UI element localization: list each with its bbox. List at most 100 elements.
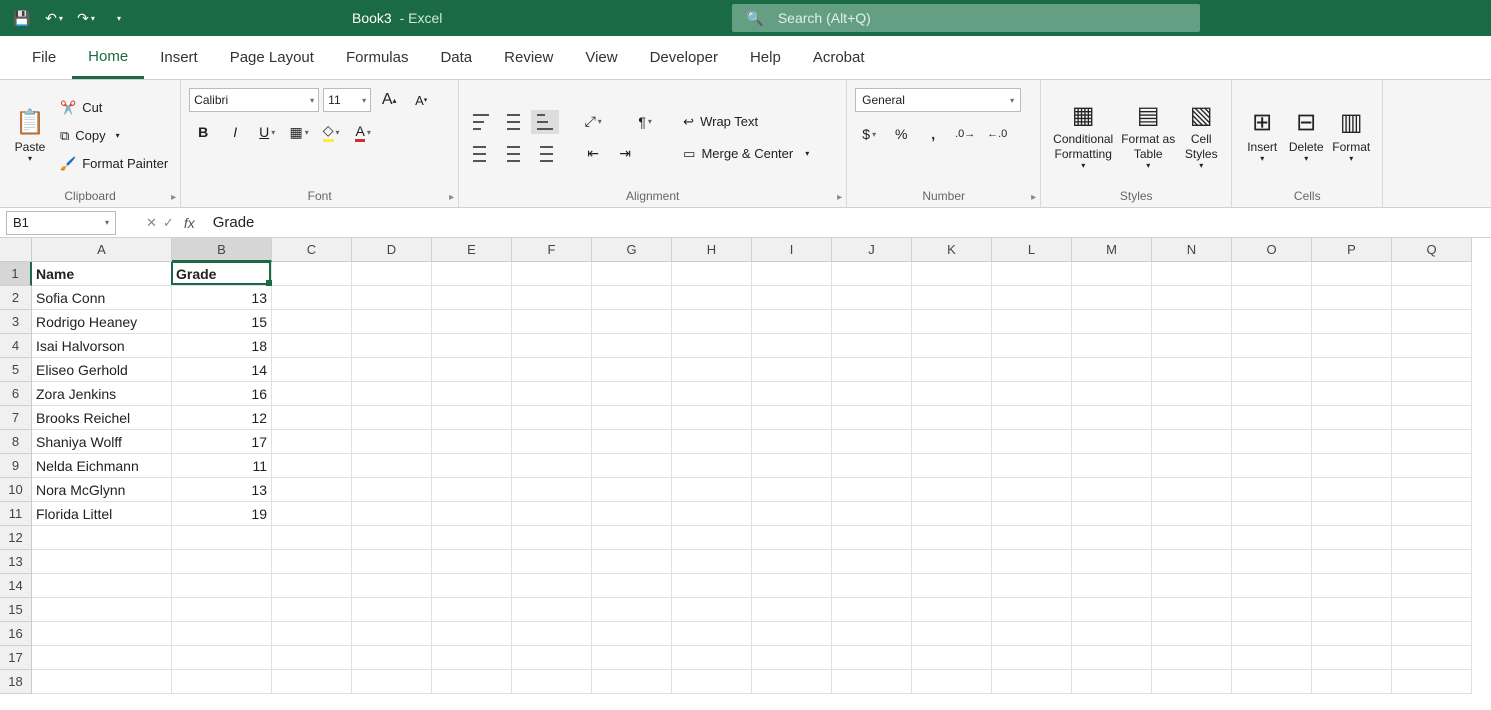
cell-H4[interactable]	[672, 334, 752, 358]
fx-icon[interactable]: fx	[184, 215, 195, 231]
cell-M3[interactable]	[1072, 310, 1152, 334]
cell-P1[interactable]	[1312, 262, 1392, 286]
col-head-D[interactable]: D	[352, 238, 432, 262]
cell-C18[interactable]	[272, 670, 352, 694]
cell-H15[interactable]	[672, 598, 752, 622]
cell-P16[interactable]	[1312, 622, 1392, 646]
cell-O13[interactable]	[1232, 550, 1312, 574]
cell-M16[interactable]	[1072, 622, 1152, 646]
cell-J8[interactable]	[832, 430, 912, 454]
cell-K10[interactable]	[912, 478, 992, 502]
cell-L11[interactable]	[992, 502, 1072, 526]
cell-J2[interactable]	[832, 286, 912, 310]
cell-N12[interactable]	[1152, 526, 1232, 550]
cell-E1[interactable]	[432, 262, 512, 286]
cell-N14[interactable]	[1152, 574, 1232, 598]
undo-button[interactable]: ↶▾	[40, 4, 68, 32]
col-head-E[interactable]: E	[432, 238, 512, 262]
cell-K9[interactable]	[912, 454, 992, 478]
cell-M17[interactable]	[1072, 646, 1152, 670]
cell-A1[interactable]: Name	[32, 262, 172, 286]
cell-G10[interactable]	[592, 478, 672, 502]
cell-M5[interactable]	[1072, 358, 1152, 382]
cell-P17[interactable]	[1312, 646, 1392, 670]
cell-I6[interactable]	[752, 382, 832, 406]
col-head-Q[interactable]: Q	[1392, 238, 1472, 262]
cell-Q8[interactable]	[1392, 430, 1472, 454]
col-head-I[interactable]: I	[752, 238, 832, 262]
tab-view[interactable]: View	[569, 36, 633, 79]
cell-D6[interactable]	[352, 382, 432, 406]
cell-E13[interactable]	[432, 550, 512, 574]
cell-H13[interactable]	[672, 550, 752, 574]
cell-J10[interactable]	[832, 478, 912, 502]
cell-D5[interactable]	[352, 358, 432, 382]
cell-E2[interactable]	[432, 286, 512, 310]
alignment-launcher[interactable]: ▸	[837, 192, 842, 203]
cell-K2[interactable]	[912, 286, 992, 310]
cell-A15[interactable]	[32, 598, 172, 622]
cell-D7[interactable]	[352, 406, 432, 430]
cell-K11[interactable]	[912, 502, 992, 526]
cell-H3[interactable]	[672, 310, 752, 334]
cell-E11[interactable]	[432, 502, 512, 526]
cell-L16[interactable]	[992, 622, 1072, 646]
cell-C15[interactable]	[272, 598, 352, 622]
cell-B2[interactable]: 13	[172, 286, 272, 310]
font-launcher[interactable]: ▸	[449, 192, 454, 203]
col-head-H[interactable]: H	[672, 238, 752, 262]
cell-N18[interactable]	[1152, 670, 1232, 694]
cell-P18[interactable]	[1312, 670, 1392, 694]
cell-J13[interactable]	[832, 550, 912, 574]
cell-N13[interactable]	[1152, 550, 1232, 574]
cell-K18[interactable]	[912, 670, 992, 694]
percent-button[interactable]: %	[887, 122, 915, 146]
cell-J14[interactable]	[832, 574, 912, 598]
cell-J7[interactable]	[832, 406, 912, 430]
italic-button[interactable]: I	[221, 120, 249, 144]
cell-G14[interactable]	[592, 574, 672, 598]
tab-review[interactable]: Review	[488, 36, 569, 79]
cell-C11[interactable]	[272, 502, 352, 526]
cell-P11[interactable]	[1312, 502, 1392, 526]
align-left-button[interactable]	[467, 142, 495, 166]
cell-F12[interactable]	[512, 526, 592, 550]
cell-P9[interactable]	[1312, 454, 1392, 478]
align-right-button[interactable]	[531, 142, 559, 166]
cell-C10[interactable]	[272, 478, 352, 502]
cell-I1[interactable]	[752, 262, 832, 286]
cell-C6[interactable]	[272, 382, 352, 406]
cell-E16[interactable]	[432, 622, 512, 646]
cell-J5[interactable]	[832, 358, 912, 382]
col-head-J[interactable]: J	[832, 238, 912, 262]
cell-N1[interactable]	[1152, 262, 1232, 286]
cell-J15[interactable]	[832, 598, 912, 622]
cell-D17[interactable]	[352, 646, 432, 670]
align-bottom-button[interactable]	[531, 110, 559, 134]
qat-customize-icon[interactable]: ▾	[104, 4, 132, 32]
number-format-select[interactable]: General▾	[855, 88, 1021, 112]
cell-G7[interactable]	[592, 406, 672, 430]
cell-D18[interactable]	[352, 670, 432, 694]
cell-F17[interactable]	[512, 646, 592, 670]
cell-J3[interactable]	[832, 310, 912, 334]
row-head-3[interactable]: 3	[0, 310, 32, 334]
row-head-16[interactable]: 16	[0, 622, 32, 646]
cell-M10[interactable]	[1072, 478, 1152, 502]
cell-C8[interactable]	[272, 430, 352, 454]
cells-area[interactable]: NameGradeSofia Conn13Rodrigo Heaney15Isa…	[32, 262, 1472, 694]
borders-button[interactable]: ▦	[285, 120, 313, 144]
cell-F5[interactable]	[512, 358, 592, 382]
cell-O11[interactable]	[1232, 502, 1312, 526]
cell-B6[interactable]: 16	[172, 382, 272, 406]
cell-L4[interactable]	[992, 334, 1072, 358]
cell-Q3[interactable]	[1392, 310, 1472, 334]
col-head-O[interactable]: O	[1232, 238, 1312, 262]
decrease-decimal-button[interactable]: ←.0	[983, 122, 1011, 146]
cell-F11[interactable]	[512, 502, 592, 526]
cell-P4[interactable]	[1312, 334, 1392, 358]
cell-Q6[interactable]	[1392, 382, 1472, 406]
cell-O5[interactable]	[1232, 358, 1312, 382]
cell-N7[interactable]	[1152, 406, 1232, 430]
cell-B16[interactable]	[172, 622, 272, 646]
